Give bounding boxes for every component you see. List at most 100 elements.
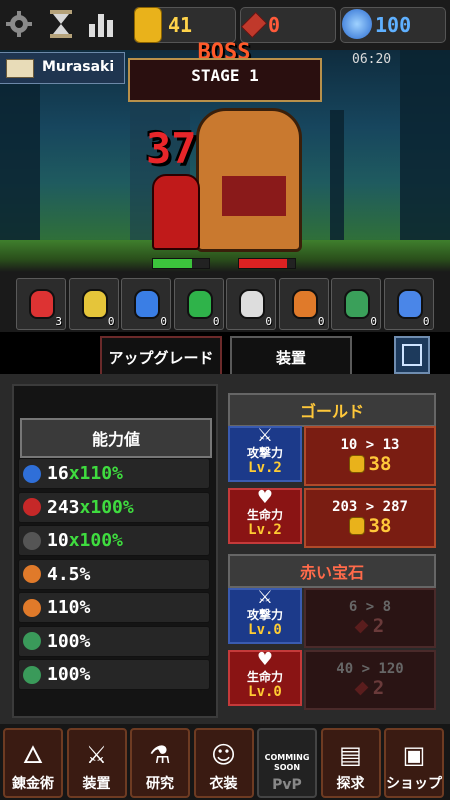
item-count: 0 xyxy=(160,315,167,328)
boss-hp-bar xyxy=(238,258,296,269)
gold-coin-icon xyxy=(134,7,162,43)
yellow-potion-icon xyxy=(81,289,108,319)
nav-label: 衣装 xyxy=(209,776,238,792)
heart-icon: ♥ xyxy=(256,487,274,508)
stat-row: 243 x100% xyxy=(18,491,210,523)
sword-green-icon xyxy=(23,665,41,684)
heart-icon: ♥ xyxy=(256,649,274,670)
scroll-icon: ▤ xyxy=(339,741,362,769)
gem-hp-buy-button[interactable]: 40 > 120 2 xyxy=(304,650,436,710)
item-slot[interactable]: 0 xyxy=(383,278,434,330)
gem-section-title: 赤い宝石 xyxy=(228,554,436,588)
white-potion-icon xyxy=(239,289,265,319)
gear-icon[interactable] xyxy=(4,8,34,40)
item-slot[interactable]: 0 xyxy=(226,278,276,330)
stat-value: 110% xyxy=(47,597,91,618)
gold-hp-buy-button[interactable]: 203 > 287 38 xyxy=(304,488,436,548)
item-slot[interactable]: 3 xyxy=(16,278,66,330)
nav-alchemy[interactable]: 🜂 錬金術 xyxy=(3,728,63,798)
critical-icon xyxy=(23,565,41,583)
stat-row: 100% xyxy=(18,659,210,690)
gem-attack-buy-button[interactable]: 6 > 8 2 xyxy=(304,588,436,648)
research-icon: ⚗ xyxy=(149,741,171,769)
coming-soon-note: COMMING xyxy=(264,753,310,762)
nav-scroll[interactable]: ▤ 探求 xyxy=(320,728,381,798)
item-slot[interactable]: 0 xyxy=(68,278,119,330)
stat-value: 4.5% xyxy=(47,563,91,585)
nav-label: PvP xyxy=(272,777,302,793)
gold-section-title: ゴールド xyxy=(228,393,436,427)
blue-gem-icon xyxy=(342,9,372,39)
stat-value: 100% xyxy=(47,630,91,652)
item-slot[interactable]: 0 xyxy=(278,278,329,330)
gold-attack-upgrade: ⚔ 攻撃力 Lv.2 xyxy=(228,426,302,482)
mail-icon[interactable] xyxy=(6,59,34,78)
nav-label: 探求 xyxy=(336,776,365,792)
critical-damage-icon xyxy=(23,598,41,617)
damage-number: 37 xyxy=(146,124,197,173)
stat-value: 16 xyxy=(47,463,69,484)
skull-icon xyxy=(344,289,370,319)
stat-row: 16 x110% xyxy=(18,458,210,489)
gold-amount: 41 xyxy=(168,13,193,37)
sword-icon: ⚔ xyxy=(256,587,274,608)
boss-clothing xyxy=(222,176,286,216)
nav-costume[interactable]: ☺ 衣装 xyxy=(193,728,254,798)
stat-row: 110% xyxy=(18,592,210,623)
item-slot[interactable]: 0 xyxy=(331,278,381,330)
red-gem-icon xyxy=(354,619,369,633)
nav-label: 装置 xyxy=(82,776,111,792)
stage-label: STAGE 1 xyxy=(191,66,259,85)
stat-multiplier: x100% xyxy=(68,530,123,551)
item-count: 0 xyxy=(265,315,272,328)
nav-label: 研究 xyxy=(146,776,174,792)
speed-icon xyxy=(23,632,41,650)
gold-coin-icon xyxy=(348,455,365,473)
item-count: 0 xyxy=(317,315,325,328)
green-potion-icon xyxy=(186,289,213,319)
blue-flame-icon xyxy=(396,289,423,319)
sword-shield-icon: ⚔ xyxy=(85,741,108,769)
gold-attack-buy-button[interactable]: 10 > 13 38 xyxy=(304,426,436,486)
stat-row: 10 x100% xyxy=(18,525,210,556)
item-count: 3 xyxy=(55,315,62,328)
item-slot[interactable]: 0 xyxy=(173,278,224,330)
nav-label: 錬金術 xyxy=(12,776,54,792)
book-icon[interactable] xyxy=(394,336,430,374)
tab-equipment[interactable]: 装置 xyxy=(230,336,352,378)
item-count: 0 xyxy=(107,315,115,328)
coming-soon-note: SOON xyxy=(273,763,301,772)
blue-potion-icon xyxy=(134,289,160,319)
heart-icon xyxy=(23,498,41,516)
red-gem-icon xyxy=(354,681,369,695)
gem-hp-upgrade: ♥ 生命力 Lv.0 xyxy=(228,650,302,706)
hourglass-icon[interactable] xyxy=(46,8,76,40)
gem-attack-upgrade: ⚔ 攻撃力 Lv.0 xyxy=(228,588,302,644)
nav-sword-shield[interactable]: ⚔ 装置 xyxy=(66,728,127,798)
item-count: 0 xyxy=(212,315,220,328)
treasure-chest-icon: ▣ xyxy=(402,741,426,769)
stat-row: 4.5% xyxy=(18,558,210,590)
sword-icon: ⚔ xyxy=(256,425,274,446)
stat-row: 100% xyxy=(18,625,210,657)
tab-upgrade[interactable]: アップグレード xyxy=(100,336,222,378)
item-slot[interactable]: 0 xyxy=(121,278,171,330)
costume-icon: ☺ xyxy=(210,741,237,769)
stats-icon[interactable] xyxy=(86,8,116,40)
sword-icon xyxy=(23,464,41,483)
player-character[interactable] xyxy=(152,174,200,250)
item-bar xyxy=(0,272,450,332)
item-count: 0 xyxy=(422,315,430,328)
player-name: Murasaki xyxy=(42,59,115,75)
nav-treasure-chest[interactable]: ▣ ショップ xyxy=(384,728,444,798)
nav-label: ショップ xyxy=(386,776,442,792)
nav-crossed-swords[interactable]: COMMING SOON PvP xyxy=(257,728,317,798)
stat-multiplier: x110% xyxy=(68,463,123,484)
explosion-icon xyxy=(291,289,318,319)
nav-research[interactable]: ⚗ 研究 xyxy=(130,728,190,798)
blue-gem-amount: 100 xyxy=(375,13,412,37)
clock: 06:20 xyxy=(352,52,392,67)
red-potion-icon xyxy=(29,289,55,319)
shield-icon xyxy=(23,531,41,550)
stat-value: 10 xyxy=(47,530,69,551)
